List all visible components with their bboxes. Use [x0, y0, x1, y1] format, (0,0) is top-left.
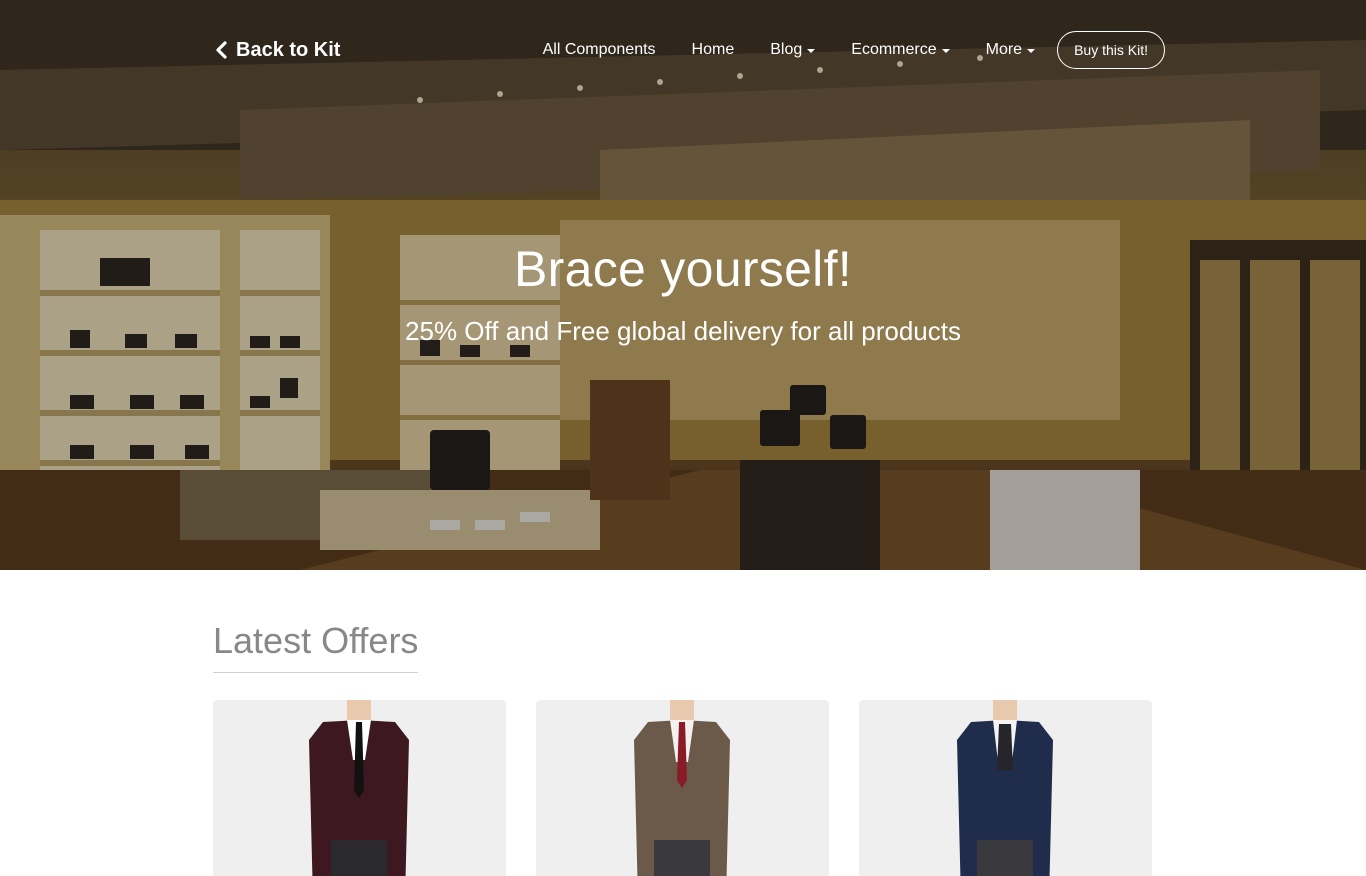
sweater-stripes-shape	[997, 724, 1013, 770]
product-card[interactable]	[859, 700, 1152, 876]
hero-subtitle: 25% Off and Free global delivery for all…	[405, 316, 961, 346]
nav-ecommerce-label: Ecommerce	[851, 41, 937, 58]
nav-blog-dropdown[interactable]: Blog	[770, 41, 816, 59]
caret-down-icon	[1027, 49, 1036, 53]
hero-banner: Back to Kit All Components Home Blog Eco…	[0, 0, 1366, 570]
product-image	[309, 700, 409, 876]
nav-more-dropdown[interactable]: More	[985, 41, 1036, 59]
product-card[interactable]	[213, 700, 506, 876]
nav-more-label: More	[985, 41, 1023, 58]
buy-kit-button[interactable]: Buy this Kit!	[1057, 31, 1165, 69]
nav-home[interactable]: Home	[692, 41, 735, 59]
product-image	[634, 700, 730, 876]
model-figure	[634, 700, 730, 876]
chevron-left-icon	[216, 41, 227, 59]
nav-home-label: Home	[691, 41, 735, 58]
product-image	[957, 700, 1053, 876]
product-cards	[213, 700, 1152, 876]
nav-ecommerce-dropdown[interactable]: Ecommerce	[851, 41, 950, 59]
model-figure	[957, 700, 1053, 876]
back-to-kit-link[interactable]: Back to Kit	[214, 36, 340, 64]
caret-down-icon	[807, 49, 816, 53]
caret-down-icon	[941, 49, 950, 53]
nav-all-components[interactable]: All Components	[543, 41, 656, 59]
nav-all-components-label: All Components	[542, 41, 656, 58]
hero-title: Brace yourself!	[514, 241, 852, 297]
latest-offers-title: Latest Offers	[213, 620, 419, 673]
back-to-kit-label: Back to Kit	[236, 38, 341, 61]
model-figure	[309, 700, 409, 876]
product-card[interactable]	[536, 700, 829, 876]
top-navbar: Back to Kit All Components Home Blog Eco…	[0, 0, 1366, 100]
nav-links: All Components Home Blog Ecommerce More …	[543, 31, 1165, 69]
nav-blog-label: Blog	[770, 41, 803, 58]
